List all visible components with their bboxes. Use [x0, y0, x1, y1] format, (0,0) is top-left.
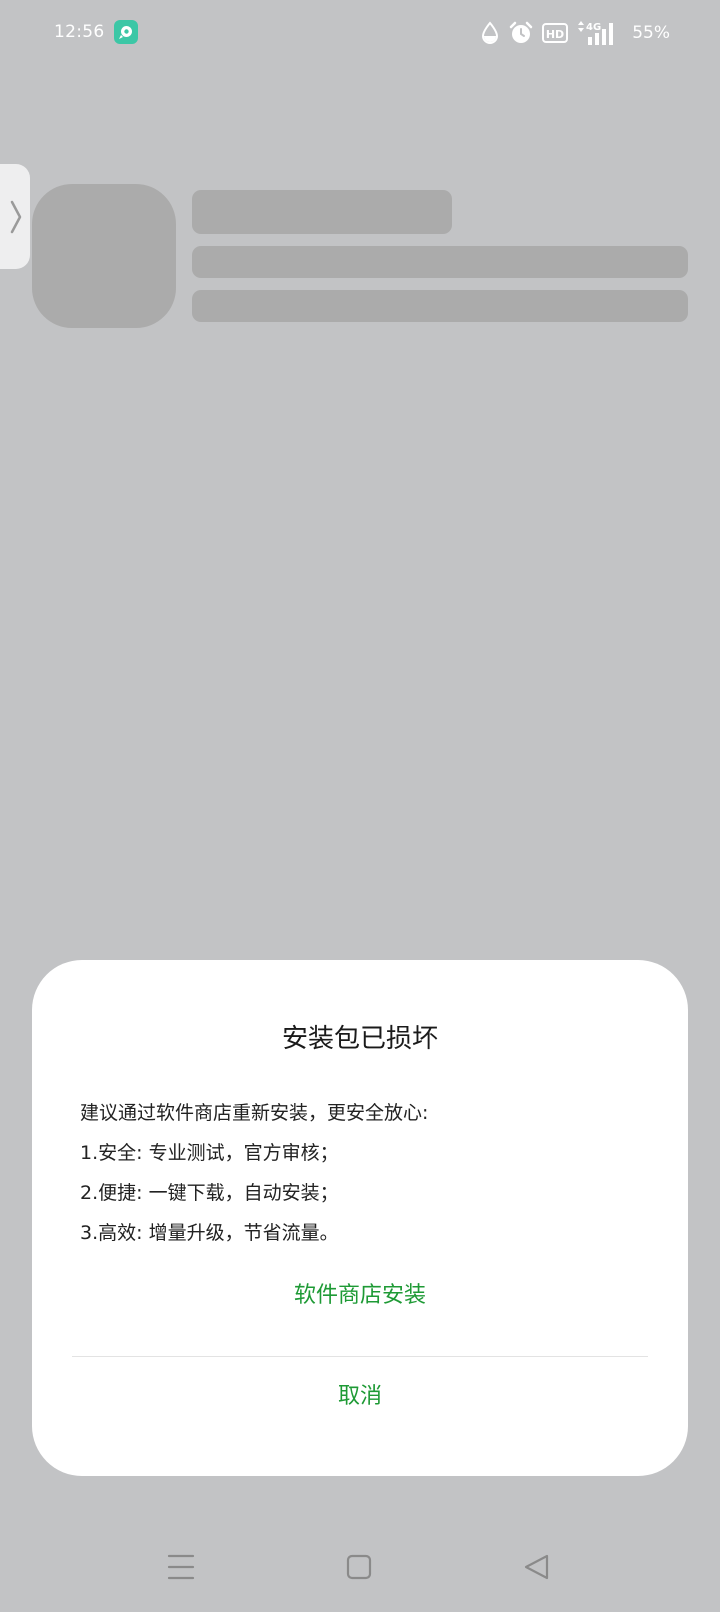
hd-icon: HD — [542, 23, 569, 43]
back-icon[interactable] — [522, 1552, 552, 1582]
dialog-message-line: 2.便捷: 一键下载，自动安装； — [80, 1182, 339, 1204]
skeleton-line — [192, 246, 688, 278]
dialog-message-line: 建议通过软件商店重新安装，更安全放心: — [80, 1102, 429, 1124]
battery-percentage: 55% — [632, 23, 670, 43]
alarm-clock-icon — [509, 21, 533, 43]
home-icon[interactable] — [345, 1552, 373, 1582]
dialog-message-line: 3.高效: 增量升级，节省流量。 — [80, 1222, 339, 1244]
dialog-message: 建议通过软件商店重新安装，更安全放心: 1.安全: 专业测试，官方审核； 2.便… — [80, 1093, 660, 1253]
status-bar: 12:56 HD 4G 55% — [0, 0, 720, 70]
4g-signal-icon: 4G — [578, 21, 614, 45]
navigation-bar — [0, 1530, 720, 1612]
dialog-title: 安装包已损坏 — [281, 1024, 438, 1054]
side-panel-handle[interactable] — [0, 164, 30, 269]
skeleton-line — [192, 290, 688, 322]
app-notification-icon — [114, 20, 138, 44]
menu-icon[interactable] — [166, 1552, 196, 1582]
divider — [72, 1356, 648, 1357]
network-label: 4G — [586, 22, 601, 33]
dialog-message-line: 1.安全: 专业测试，官方审核； — [80, 1142, 339, 1164]
cancel-button[interactable]: 取消 — [32, 1375, 688, 1419]
status-icons: HD 4G 55% — [480, 18, 670, 48]
package-damaged-dialog: 安装包已损坏 建议通过软件商店重新安装，更安全放心: 1.安全: 专业测试，官方… — [32, 960, 688, 1476]
skeleton-app-icon — [32, 184, 176, 328]
svg-text:HD: HD — [546, 28, 564, 41]
skeleton-title — [192, 190, 452, 234]
status-time: 12:56 — [54, 22, 105, 42]
chevron-right-icon — [10, 200, 22, 234]
water-drop-icon — [482, 21, 499, 44]
app-store-install-button[interactable]: 软件商店安装 — [32, 1274, 688, 1318]
